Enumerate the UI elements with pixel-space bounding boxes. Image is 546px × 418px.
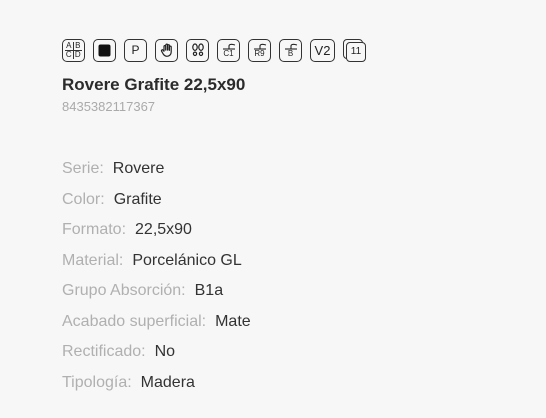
- pieces-per-box-label: 11: [346, 41, 366, 62]
- abcd-letter-d: D: [74, 49, 81, 59]
- spec-row-color: Color: Grafite: [62, 185, 532, 216]
- spec-row-rectificado: Rectificado: No: [62, 337, 532, 368]
- spec-row-formato: Formato: 22,5x90: [62, 215, 532, 246]
- spec-row-material: Material: Porcelánico GL: [62, 246, 532, 277]
- slip-resistance-r9-icon: R9: [248, 38, 271, 62]
- spec-value: Mate: [215, 312, 251, 330]
- spec-value: B1a: [194, 282, 224, 300]
- spec-value: Madera: [140, 373, 195, 391]
- spec-value: Porcelánico GL: [132, 251, 242, 269]
- product-title: Rovere Grafite 22,5x90: [62, 75, 246, 94]
- spec-label: Grupo Absorción:: [62, 282, 186, 300]
- product-detail: A B C D P C1 R9 B V2 11 Rovere Grafite 2…: [62, 38, 532, 398]
- spec-label: Rectificado:: [62, 343, 146, 361]
- spec-row-acabado: Acabado superficial: Mate: [62, 307, 532, 338]
- spec-label: Serie:: [62, 160, 104, 178]
- spec-row-serie: Serie: Rovere: [62, 154, 532, 185]
- porcelain-p-icon: P: [124, 38, 147, 62]
- spec-value: 22,5x90: [135, 221, 192, 239]
- spec-row-grupo-absorcion: Grupo Absorción: B1a: [62, 276, 532, 307]
- porcelain-p-label: P: [131, 43, 140, 57]
- abcd-letter-c: C: [65, 49, 74, 59]
- pieces-per-box-icon: 11: [343, 38, 367, 62]
- shade-variation-v2-icon: V2: [310, 38, 335, 62]
- spec-list: Serie: Rovere Color: Grafite Formato: 22…: [62, 154, 532, 398]
- spec-value: Grafite: [113, 190, 162, 208]
- footprints-icon: [186, 38, 209, 62]
- product-ean: 8435382117367: [62, 99, 156, 114]
- mass-colored-square-icon: [93, 38, 116, 62]
- spec-label: Color:: [62, 190, 105, 208]
- b-label: B: [287, 49, 294, 58]
- feature-icons-row: A B C D P C1 R9 B V2 11: [62, 38, 532, 62]
- v2-label: V2: [314, 42, 331, 58]
- spec-label: Material:: [62, 251, 124, 269]
- spec-label: Formato:: [62, 221, 127, 239]
- hand-icon: [155, 38, 178, 62]
- slip-resistance-c1-icon: C1: [217, 38, 240, 62]
- c1-label: C1: [223, 49, 234, 58]
- spec-value: No: [154, 343, 176, 361]
- spec-value: Rovere: [112, 160, 165, 178]
- spec-label: Tipología:: [62, 373, 132, 391]
- slip-resistance-b-icon: B: [279, 38, 302, 62]
- spec-label: Acabado superficial:: [62, 312, 207, 330]
- tone-variation-abcd-icon: A B C D: [62, 38, 85, 62]
- r9-label: R9: [254, 49, 265, 58]
- spec-row-tipologia: Tipología: Madera: [62, 368, 532, 399]
